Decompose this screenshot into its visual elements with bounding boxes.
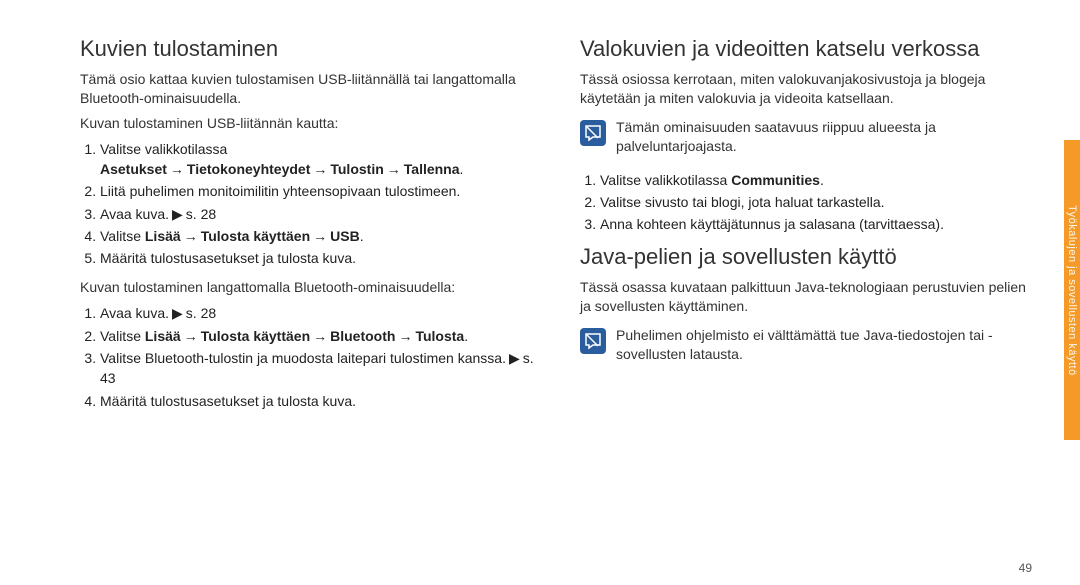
chapter-tab: Työkalujen ja sovellusten käyttö <box>1064 140 1080 440</box>
arrow-icon: → <box>310 228 330 244</box>
note-text: Tämän ominaisuuden saatavuus riippuu alu… <box>616 118 1040 156</box>
arrow-icon: → <box>310 328 330 344</box>
page-number: 49 <box>1019 561 1032 575</box>
list-item: Määritä tulostusasetukset ja tulosta kuv… <box>100 248 540 268</box>
note-text: Puhelimen ohjelmisto ei välttämättä tue … <box>616 326 1040 364</box>
arrow-icon: → <box>310 161 330 177</box>
note-icon <box>580 120 606 146</box>
triangle-icon: ▶ <box>506 350 523 366</box>
arrow-icon: → <box>384 161 404 177</box>
left-column: Kuvien tulostaminen Tämä osio kattaa kuv… <box>80 30 540 575</box>
para: Tässä osassa kuvataan palkittuun Java-te… <box>580 278 1040 316</box>
list-item: Avaa kuva.▶s. 28 <box>100 303 540 323</box>
list-item: Valitse valikkotilassa Asetukset→Tietoko… <box>100 139 540 180</box>
note-block: Puhelimen ohjelmisto ei välttämättä tue … <box>580 326 1040 364</box>
heading-print-images: Kuvien tulostaminen <box>80 36 540 62</box>
list-item: Määritä tulostusasetukset ja tulosta kuv… <box>100 391 540 411</box>
usb-steps: Valitse valikkotilassa Asetukset→Tietoko… <box>80 139 540 269</box>
right-column: Valokuvien ja videoitten katselu verkoss… <box>580 30 1040 575</box>
note-icon <box>580 328 606 354</box>
arrow-icon: → <box>181 228 201 244</box>
sub-usb: Kuvan tulostaminen USB-liitännän kautta: <box>80 114 540 133</box>
arrow-icon: → <box>181 328 201 344</box>
arrow-icon: → <box>395 328 415 344</box>
list-item: Valitse Lisää→Tulosta käyttäen→Bluetooth… <box>100 326 540 346</box>
para: Tässä osiossa kerrotaan, miten valokuvan… <box>580 70 1040 108</box>
communities-steps: Valitse valikkotilassa Communities. Vali… <box>580 170 1040 235</box>
chapter-tab-label: Työkalujen ja sovellusten käyttö <box>1066 205 1078 376</box>
list-item: Valitse valikkotilassa Communities. <box>600 170 1040 190</box>
bt-steps: Avaa kuva.▶s. 28 Valitse Lisää→Tulosta k… <box>80 303 540 410</box>
list-item: Valitse sivusto tai blogi, jota haluat t… <box>600 192 1040 212</box>
sub-bluetooth: Kuvan tulostaminen langattomalla Bluetoo… <box>80 278 540 297</box>
triangle-icon: ▶ <box>169 305 186 321</box>
list-item: Liitä puhelimen monitoimilitin yhteensop… <box>100 181 540 201</box>
triangle-icon: ▶ <box>169 206 186 222</box>
list-item: Avaa kuva.▶s. 28 <box>100 204 540 224</box>
intro-text: Tämä osio kattaa kuvien tulostamisen USB… <box>80 70 540 108</box>
heading-online-viewing: Valokuvien ja videoitten katselu verkoss… <box>580 36 1040 62</box>
list-item: Anna kohteen käyttäjätunnus ja salasana … <box>600 214 1040 234</box>
list-item: Valitse Lisää→Tulosta käyttäen→USB. <box>100 226 540 246</box>
note-block: Tämän ominaisuuden saatavuus riippuu alu… <box>580 118 1040 156</box>
heading-java: Java-pelien ja sovellusten käyttö <box>580 244 1040 270</box>
arrow-icon: → <box>167 161 187 177</box>
page: Kuvien tulostaminen Tämä osio kattaa kuv… <box>0 0 1080 585</box>
list-item: Valitse Bluetooth-tulostin ja muodosta l… <box>100 348 540 389</box>
